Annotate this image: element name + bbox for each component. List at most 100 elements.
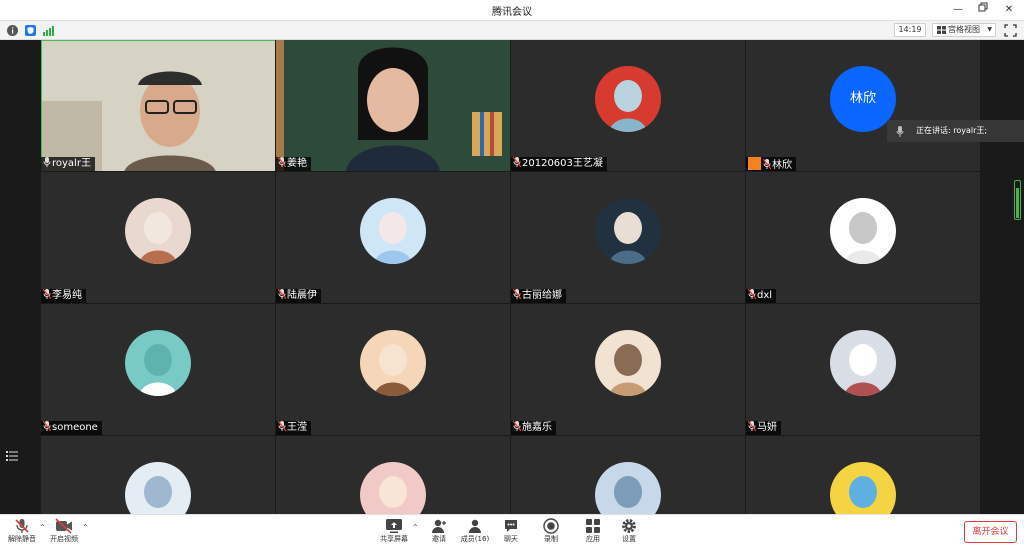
members-button[interactable]: 成员(16) [455,517,495,547]
participant-tile[interactable]: 古丽给娜 [511,172,745,303]
start-video-label: 开启视频 [50,535,78,543]
speaking-indicator: 正在讲话: royalr王; [887,120,1024,142]
fullscreen-icon[interactable] [1004,24,1017,37]
close-icon[interactable]: ✕ [1001,2,1017,18]
participant-avatar [830,462,896,514]
participant-tile[interactable]: royalr王 [41,40,275,171]
shield-icon[interactable] [25,25,36,36]
leave-meeting-button[interactable]: 离开会议 [964,521,1017,543]
network-signal-icon[interactable] [43,25,54,36]
participant-name-bar: 林欣 [746,157,796,171]
microphone-icon [43,157,51,167]
share-options-chevron[interactable]: ⌃ [412,523,419,532]
participant-tile[interactable]: 李易纯 [41,172,275,303]
list-menu-icon[interactable] [6,450,18,462]
video-area: royalr王 姜艳 20120603王艺凝 林欣 林欣李易纯 陆晨伊 古丽给娜 dxl som… [0,40,1024,514]
microphone-muted-icon [278,289,286,299]
status-bar: 14:19 宫格视图 ▼ [0,21,1024,40]
participant-tile[interactable]: 马妍 [746,304,980,435]
apps-icon [586,519,600,533]
record-icon [543,518,559,534]
meeting-toolbar: 解除静音 ⌃ 开启视频 ⌃ 共享屏幕 ⌃ 邀请 成员(16) 聊天 录制 应用 … [0,514,1024,547]
participant-tile[interactable]: 陆晨伊 [276,172,510,303]
participant-grid: royalr王 姜艳 20120603王艺凝 林欣 林欣李易纯 陆晨伊 古丽给娜 dxl som… [41,40,982,514]
speaking-label: 正在讲话: royalr王; [916,126,988,135]
participant-name-bar: 陆晨伊 [276,289,321,303]
participant-name-bar: 李易纯 [41,289,86,303]
participant-avatar [830,198,896,264]
participant-name-bar: dxl [746,289,777,303]
participant-tile[interactable] [511,436,745,514]
restore-icon[interactable] [975,2,991,18]
microphone-muted-icon [513,157,521,167]
participant-name: 姜艳 [287,158,307,169]
video-options-chevron[interactable]: ⌃ [82,523,89,532]
microphone-muted-icon [278,157,286,167]
participant-avatar [125,330,191,396]
participant-avatar [595,66,661,132]
participant-name: 古丽给娜 [522,290,562,301]
video-feed [276,40,510,171]
microphone-muted-icon [763,159,771,169]
settings-button[interactable]: 设置 [609,517,649,547]
gear-icon [622,519,636,533]
meeting-window: 腾讯会议 — ✕ 14:19 宫格视图 ▼ royalr王 姜艳 20120603王 [0,0,1024,547]
participant-tile[interactable] [276,436,510,514]
info-icon[interactable] [7,25,18,36]
participant-tile[interactable]: 王滢 [276,304,510,435]
record-label: 录制 [544,535,558,543]
apps-button[interactable]: 应用 [573,517,613,547]
apps-label: 应用 [586,535,600,543]
window-title: 腾讯会议 [492,7,532,18]
participant-avatar [360,330,426,396]
participant-avatar [360,198,426,264]
participant-tile[interactable]: 20120603王艺凝 [511,40,745,171]
view-mode-label: 宫格视图 [948,25,980,34]
participant-name-bar: 20120603王艺凝 [511,157,607,171]
participant-tile[interactable]: 姜艳 [276,40,510,171]
share-screen-button[interactable]: 共享屏幕 [374,517,414,547]
participant-name: 陆晨伊 [287,290,317,301]
participant-tile[interactable]: dxl [746,172,980,303]
microphone-muted-icon [748,289,756,299]
participant-avatar [595,462,661,514]
participant-tile[interactable] [746,436,980,514]
title-bar: 腾讯会议 — ✕ [0,0,1024,21]
participant-name: 李易纯 [52,290,82,301]
view-mode-dropdown[interactable]: 宫格视图 ▼ [932,23,996,37]
participant-name: 20120603王艺凝 [522,158,603,169]
microphone-muted-icon [513,289,521,299]
participant-name: 林欣 [772,160,792,171]
record-button[interactable]: 录制 [531,517,571,547]
video-feed [41,40,275,171]
volume-meter [1014,180,1021,220]
grid-view-icon [937,26,946,34]
meeting-clock: 14:19 [894,23,926,37]
members-icon [469,519,481,533]
microphone-muted-icon [748,421,756,431]
settings-label: 设置 [622,535,636,543]
participant-avatar [125,198,191,264]
minimize-icon[interactable]: — [950,2,966,18]
participant-tile[interactable]: 施嘉乐 [511,304,745,435]
microphone-muted-icon [278,421,286,431]
participant-name-bar: 马妍 [746,421,781,435]
participant-tile[interactable]: 林欣 林欣 [746,40,980,171]
participant-avatar [595,198,661,264]
start-video-button[interactable]: 开启视频 [44,517,84,547]
participant-name: someone [52,422,98,433]
participant-tile[interactable] [41,436,275,514]
invite-user-icon [432,519,446,533]
microphone-muted-icon [15,519,29,533]
chat-button[interactable]: 聊天 [491,517,531,547]
unmute-button[interactable]: 解除静音 [2,517,42,547]
invite-button[interactable]: 邀请 [419,517,459,547]
participant-avatar [125,462,191,514]
microphone-muted-icon [513,421,521,431]
chat-icon [505,520,517,532]
microphone-muted-icon [43,289,51,299]
participant-tile[interactable]: someone [41,304,275,435]
invite-label: 邀请 [432,535,446,543]
participant-name-bar: 王滢 [276,421,311,435]
participant-name: dxl [757,290,773,301]
